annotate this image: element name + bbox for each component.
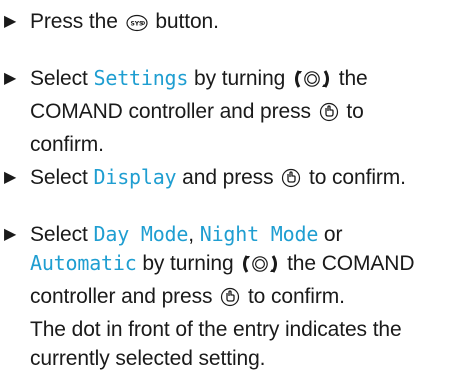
press-confirm-icon [281, 167, 301, 196]
step-text-part: Select [30, 166, 88, 189]
step-text-part: or [323, 223, 343, 246]
instruction-step-4: ▶ Select Day Mode, Night Mode or Automat… [0, 220, 450, 373]
menu-item-automatic: Automatic [30, 251, 137, 275]
step-text-part: Select [30, 223, 88, 246]
step-text-part: by turning [194, 67, 286, 90]
step-text-part: The dot in front of the entry indicates … [30, 318, 402, 341]
step-text-part: to [346, 100, 364, 123]
menu-item-settings: Settings [93, 66, 189, 90]
step-text: Select Settings by turning the COMAND co… [0, 64, 450, 159]
turn-controller-icon [293, 68, 331, 97]
step-text: Press the SYS button. [0, 7, 450, 40]
step-text-part: controller and press [30, 285, 213, 308]
step-text-part: to confirm. [308, 166, 406, 189]
step-text: Select Day Mode, Night Mode or Automatic… [0, 220, 450, 373]
step-bullet-icon: ▶ [4, 70, 17, 87]
step-text-part: the COMAND [287, 252, 415, 275]
menu-item-night-mode: Night Mode [199, 222, 319, 246]
instruction-step-2: ▶ Select Settings by turning the COMAND … [0, 64, 450, 159]
step-text-part: Press the [30, 10, 118, 33]
menu-item-day-mode: Day Mode [93, 222, 189, 246]
sys-button-icon: SYS [125, 11, 148, 40]
step-text-part: confirm. [30, 133, 104, 156]
step-text-part: and press [182, 166, 274, 189]
instruction-step-3: ▶ Select Display and press to confirm. [0, 163, 450, 196]
step-bullet-icon: ▶ [4, 13, 17, 30]
step-text-part: to confirm. [247, 285, 345, 308]
step-text-part: the [338, 67, 368, 90]
press-confirm-icon [220, 286, 240, 315]
step-text-part: button. [155, 10, 219, 33]
instruction-step-1: ▶ Press the SYS button. [0, 7, 450, 40]
turn-controller-icon [241, 253, 279, 282]
step-text-part: Select [30, 67, 88, 90]
press-confirm-icon [319, 101, 339, 130]
svg-text:SYS: SYS [130, 21, 143, 28]
step-text: Select Display and press to confirm. [0, 163, 450, 196]
step-bullet-icon: ▶ [4, 226, 17, 243]
step-bullet-icon: ▶ [4, 169, 17, 186]
menu-item-display: Display [93, 165, 177, 189]
step-text-part: currently selected setting. [30, 347, 266, 370]
step-text-part: , [188, 223, 194, 246]
instruction-page: ▶ Press the SYS button. ▶ Select Setting… [0, 0, 456, 370]
step-text-part: COMAND controller and press [30, 100, 311, 123]
step-text-part: by turning [142, 252, 234, 275]
